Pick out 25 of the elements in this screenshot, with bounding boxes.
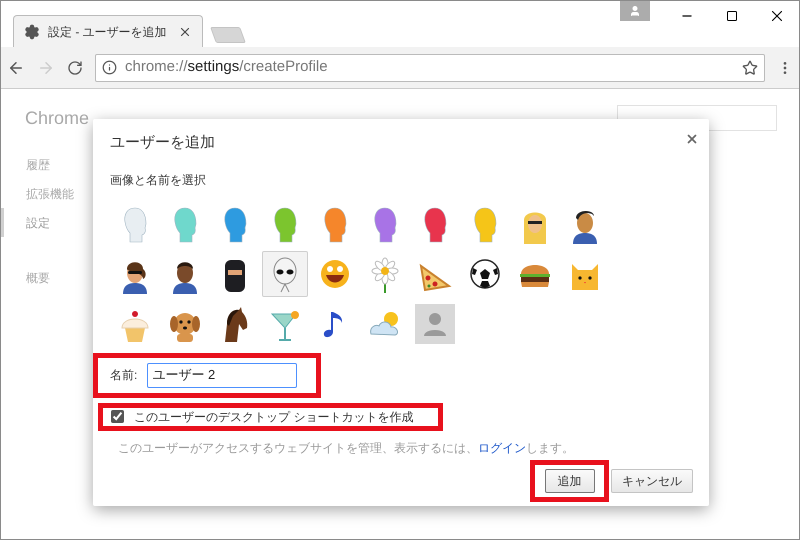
dialog-button[interactable]: 追加 [544,469,594,493]
close-icon[interactable] [685,132,699,146]
reload-icon[interactable] [67,60,83,76]
sign-in-hint: このユーザーがアクセスするウェブサイトを管理、表示するには、ログイン します。 [118,440,575,456]
info-icon [102,60,117,75]
bookmark-star-icon[interactable] [742,60,758,76]
dialog-button[interactable]: キャンセル [611,469,693,493]
tab-title: 設定 - ユーザーを追加 [48,24,167,40]
brand-title: Chrome [25,107,90,130]
avatar-option[interactable] [262,250,308,296]
sign-in-link[interactable]: ログイン [478,440,526,454]
url-text: chrome://settings/createProfile [125,57,328,78]
name-label: 名前: [110,367,138,384]
dialog-title: ユーザーを追加 [110,133,215,153]
maximize-icon [726,10,738,22]
address-bar[interactable]: chrome://settings/createProfile [95,54,765,82]
shortcut-label: このユーザーのデスクトップ ショートカットを作成 [134,408,414,426]
name-input[interactable]: ユーザー 2 [147,362,298,388]
browser-tab[interactable]: 設定 - ユーザーを追加 [13,15,203,47]
dialog-subtitle: 画像と名前を選択 [110,172,207,188]
profile-button[interactable] [620,1,650,21]
settings-icon [24,24,40,40]
person-icon [629,5,641,17]
person-icon [415,304,455,344]
shortcut-checkbox[interactable] [111,410,124,423]
